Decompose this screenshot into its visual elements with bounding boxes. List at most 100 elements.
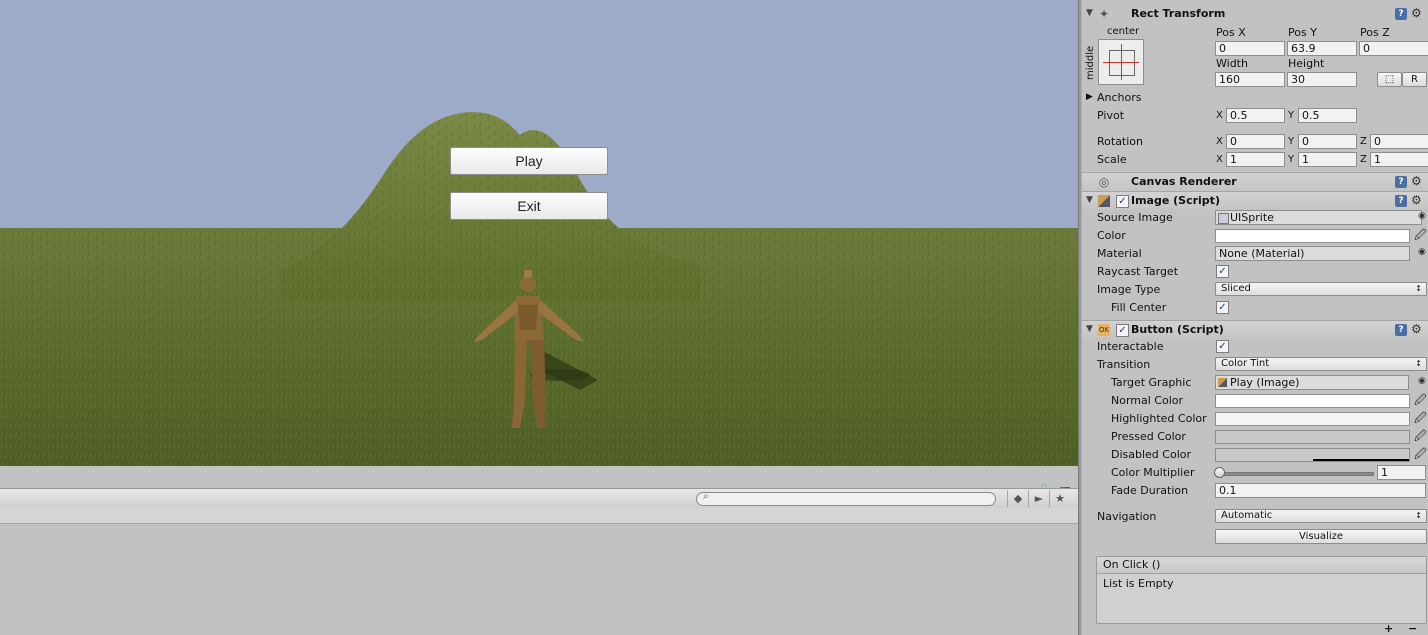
visualize-button[interactable]: Visualize [1215, 529, 1427, 544]
add-listener-button[interactable]: + [1384, 622, 1393, 635]
pivot-label: Pivot [1097, 109, 1125, 122]
eyedropper-icon[interactable]: 🖉 [1414, 445, 1427, 466]
transition-label: Transition [1097, 358, 1151, 371]
anchors-foldout-arrow-icon[interactable]: ▶ [1086, 92, 1093, 102]
project-toolbar: ⌕ ◆ ► ★ [0, 488, 1078, 509]
interactable-checkbox[interactable]: ✓ [1216, 340, 1229, 353]
anchor-v-label: middle [1085, 45, 1096, 80]
help-icon[interactable]: ? [1395, 195, 1407, 207]
component-title: Button (Script) [1131, 323, 1224, 336]
navigation-dropdown[interactable]: Automatic ↕ [1215, 509, 1427, 523]
filter-by-type-icon[interactable]: ◆ [1007, 490, 1028, 507]
blueprint-mode-button[interactable]: ⬚ [1377, 72, 1402, 87]
scale-label: Scale [1097, 153, 1127, 166]
rotation-y-field[interactable]: 0 [1298, 134, 1357, 149]
scale-x-field[interactable]: 1 [1226, 152, 1285, 167]
foldout-arrow-icon[interactable]: ▼ [1086, 8, 1093, 18]
rot-x-letter: X [1216, 136, 1223, 147]
pos-y-field[interactable]: 63.9 [1287, 41, 1357, 56]
highlighted-color-swatch[interactable] [1215, 412, 1410, 426]
search-input[interactable]: ⌕ [696, 491, 996, 506]
help-icon[interactable]: ? [1395, 8, 1407, 20]
pressed-color-label: Pressed Color [1111, 430, 1186, 443]
object-picker-icon[interactable]: ◉ [1418, 247, 1426, 257]
pos-z-label: Pos Z [1360, 26, 1390, 39]
color-multiplier-field[interactable]: 1 [1377, 465, 1426, 480]
raycast-target-checkbox[interactable]: ✓ [1216, 265, 1229, 278]
rotation-x-field[interactable]: 0 [1226, 134, 1285, 149]
remove-listener-button[interactable]: − [1408, 622, 1417, 635]
object-picker-icon[interactable]: ◉ [1418, 211, 1426, 221]
on-click-label: On Click () [1103, 558, 1161, 571]
anchor-h-label: center [1107, 26, 1140, 37]
color-multiplier-slider-track[interactable] [1219, 472, 1374, 476]
gear-icon[interactable]: ⚙ [1411, 193, 1422, 207]
rotation-label: Rotation [1097, 135, 1144, 148]
pivot-x-field[interactable]: 0.5 [1226, 108, 1285, 123]
disabled-color-swatch[interactable] [1215, 448, 1410, 462]
filter-by-label-icon[interactable]: ► [1028, 490, 1049, 507]
project-tabbar: 🔒 ▾≡ [0, 474, 1078, 495]
scale-z-field[interactable]: 1 [1370, 152, 1428, 167]
canvas-renderer-icon: ◎ [1098, 175, 1110, 189]
gear-icon[interactable]: ⚙ [1411, 174, 1422, 188]
color-multiplier-label: Color Multiplier [1111, 466, 1195, 479]
canvas-renderer-header[interactable]: ◎ Canvas Renderer ? ⚙ [1082, 172, 1428, 191]
breadcrumb-bar [0, 508, 1078, 524]
height-field[interactable]: 30 [1287, 72, 1357, 87]
rotation-z-field[interactable]: 0 [1370, 134, 1428, 149]
color-label: Color [1097, 229, 1126, 242]
scale-x-letter: X [1216, 154, 1223, 165]
anchors-label[interactable]: Anchors [1097, 91, 1142, 104]
pivot-y-field[interactable]: 0.5 [1298, 108, 1357, 123]
image-component-icon [1218, 378, 1227, 387]
image-type-dropdown[interactable]: Sliced ↕ [1215, 282, 1427, 296]
transition-dropdown[interactable]: Color Tint ↕ [1215, 357, 1427, 371]
object-picker-icon[interactable]: ◉ [1418, 376, 1426, 386]
raw-edit-button[interactable]: R [1402, 72, 1427, 87]
exit-button[interactable]: Exit [450, 192, 608, 220]
game-view[interactable]: Play Exit [0, 0, 1078, 466]
foldout-arrow-icon[interactable]: ▼ [1086, 324, 1093, 334]
color-swatch[interactable] [1215, 229, 1410, 243]
help-icon[interactable]: ? [1395, 324, 1407, 336]
pos-x-field[interactable]: 0 [1215, 41, 1285, 56]
button-component-icon: OK [1098, 324, 1110, 336]
button-enabled-checkbox[interactable]: ✓ [1116, 324, 1129, 337]
disabled-color-label: Disabled Color [1111, 448, 1192, 461]
favorites-star-icon[interactable]: ★ [1049, 490, 1070, 507]
dropdown-arrow-icon: ↕ [1415, 511, 1422, 520]
project-panel: 🔒 ▾≡ ⌕ ◆ ► ★ [0, 466, 1078, 635]
component-title: Image (Script) [1131, 194, 1220, 207]
rect-transform-icon: ✦ [1098, 7, 1110, 21]
width-field[interactable]: 160 [1215, 72, 1285, 87]
target-graphic-field[interactable]: Play (Image) [1215, 375, 1409, 390]
image-script-header[interactable]: ▼ ✓ Image (Script) ? ⚙ [1082, 191, 1428, 210]
gear-icon[interactable]: ⚙ [1411, 6, 1422, 20]
normal-color-swatch[interactable] [1215, 394, 1410, 408]
eyedropper-icon[interactable]: 🖉 [1414, 226, 1427, 247]
image-enabled-checkbox[interactable]: ✓ [1116, 195, 1129, 208]
scale-y-field[interactable]: 1 [1298, 152, 1357, 167]
pos-y-label: Pos Y [1288, 26, 1317, 39]
gear-icon[interactable]: ⚙ [1411, 322, 1422, 336]
pivot-x-letter: X [1216, 110, 1223, 121]
play-button[interactable]: Play [450, 147, 608, 175]
rect-transform-header[interactable]: ▼ ✦ Rect Transform ? ⚙ [1082, 5, 1428, 23]
dropdown-arrow-icon: ↕ [1415, 359, 1422, 368]
project-content [0, 524, 1078, 635]
color-multiplier-slider-thumb[interactable] [1214, 467, 1225, 478]
pressed-color-swatch[interactable] [1215, 430, 1410, 444]
foldout-arrow-icon[interactable]: ▼ [1086, 195, 1093, 205]
anchor-preset-button[interactable] [1098, 39, 1144, 85]
pos-x-label: Pos X [1216, 26, 1246, 39]
button-script-header[interactable]: ▼ OK ✓ Button (Script) ? ⚙ [1082, 320, 1428, 339]
on-click-event: On Click () List is Empty [1096, 556, 1427, 624]
material-field[interactable]: None (Material) [1215, 246, 1410, 261]
fill-center-checkbox[interactable]: ✓ [1216, 301, 1229, 314]
source-image-field[interactable]: UISprite [1215, 210, 1422, 225]
fade-duration-field[interactable]: 0.1 [1215, 483, 1426, 498]
help-icon[interactable]: ? [1395, 176, 1407, 188]
pivot-y-letter: Y [1288, 110, 1295, 121]
pos-z-field[interactable]: 0 [1359, 41, 1428, 56]
